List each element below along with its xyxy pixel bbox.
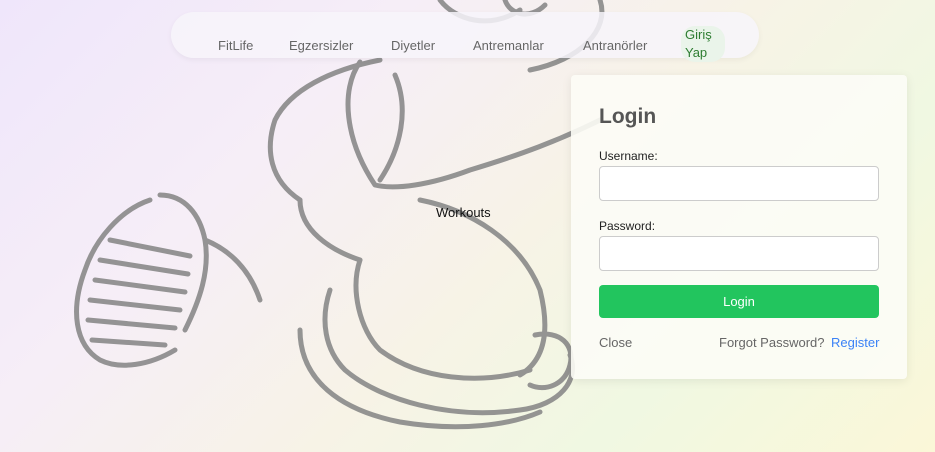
password-input[interactable] (599, 236, 879, 271)
nav-item-antremanlar[interactable]: Antremanlar (473, 38, 544, 54)
workouts-label: Workouts (436, 205, 491, 220)
register-link[interactable]: Register (831, 335, 879, 351)
nav-login-button[interactable]: Giriş Yap (681, 26, 725, 62)
forgot-password-link[interactable]: Forgot Password? (719, 335, 825, 351)
password-label: Password: (599, 219, 656, 233)
nav-login-label-line1: Giriş (685, 27, 712, 42)
nav-login-label-line2: Yap (685, 45, 708, 60)
login-title: Login (599, 105, 657, 128)
nav-item-egzersizler[interactable]: Egzersizler (289, 38, 353, 54)
login-card: Login Username: Password: Login Close Fo… (571, 75, 907, 379)
nav-item-antranorler[interactable]: Antranörler (583, 38, 647, 54)
top-navbar: FitLife Egzersizler Diyetler Antremanlar… (171, 12, 759, 62)
nav-item-diyetler[interactable]: Diyetler (391, 38, 435, 54)
close-link[interactable]: Close (599, 335, 632, 351)
username-label: Username: (599, 149, 658, 163)
login-submit-button[interactable]: Login (599, 285, 879, 318)
nav-brand-fitlife[interactable]: FitLife (218, 38, 253, 54)
username-input[interactable] (599, 166, 879, 201)
